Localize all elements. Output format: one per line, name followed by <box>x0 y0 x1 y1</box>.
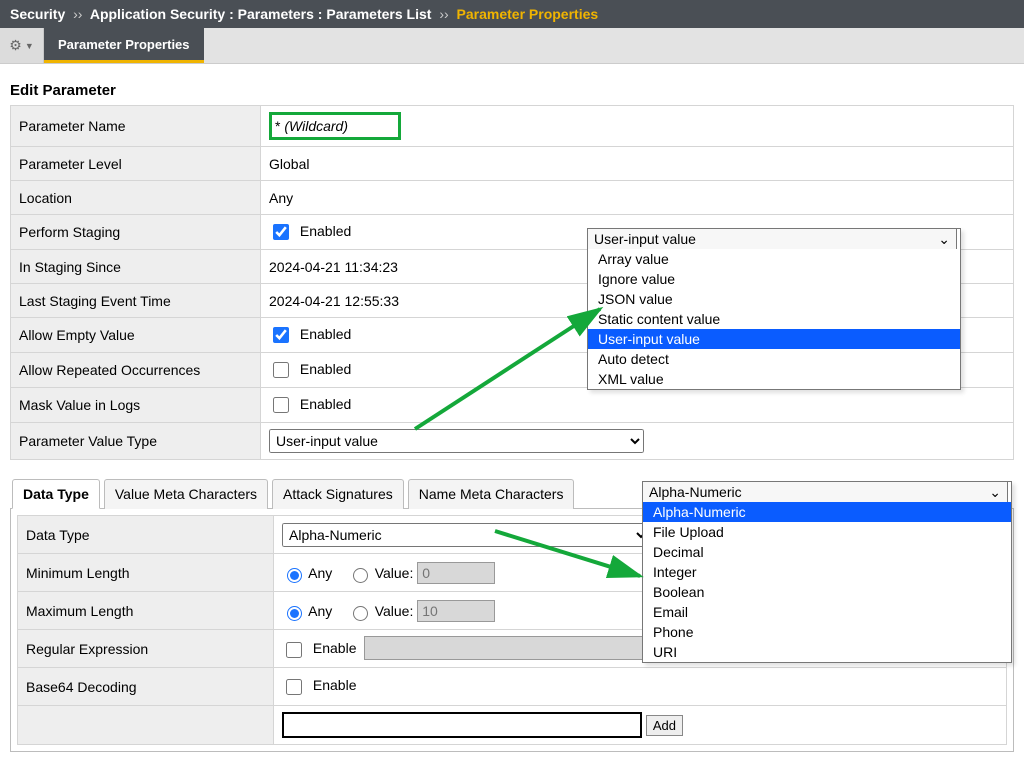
row-label <box>18 706 274 745</box>
dropdown-option[interactable]: File Upload <box>643 522 1011 542</box>
checkbox-label: Enable <box>313 677 357 693</box>
tab-attack-signatures[interactable]: Attack Signatures <box>272 479 404 509</box>
dropdown-option[interactable]: Ignore value <box>588 269 960 289</box>
dropdown-option[interactable]: Alpha-Numeric <box>643 502 1011 522</box>
row-label: Regular Expression <box>18 630 274 668</box>
allow-repeated-checkbox[interactable] <box>273 362 289 378</box>
dropdown-list: Array valueIgnore valueJSON valueStatic … <box>588 249 960 389</box>
row-value: Any <box>261 181 1014 215</box>
dropdown-option[interactable]: Email <box>643 602 1011 622</box>
tab-name-meta[interactable]: Name Meta Characters <box>408 479 575 509</box>
dropdown-option[interactable]: Array value <box>588 249 960 269</box>
gear-menu-button[interactable]: ⚙ ▼ <box>0 28 44 63</box>
data-type-dropdown-open: Alpha-Numeric ⌄ Alpha-NumericFile Upload… <box>642 481 1012 663</box>
tab-parameter-properties[interactable]: Parameter Properties <box>44 28 204 63</box>
dropdown-selected: User-input value <box>594 231 696 247</box>
tab-value-meta[interactable]: Value Meta Characters <box>104 479 268 509</box>
dropdown-header[interactable]: User-input value ⌄ <box>587 228 957 250</box>
breadcrumb: Security ›› Application Security : Param… <box>0 0 1024 28</box>
regex-input[interactable] <box>364 636 664 660</box>
checkbox-label: Enabled <box>300 361 351 377</box>
dropdown-option[interactable]: Decimal <box>643 542 1011 562</box>
row-label: Mask Value in Logs <box>11 388 261 423</box>
dropdown-header[interactable]: Alpha-Numeric ⌄ <box>642 481 1008 503</box>
min-value-radio[interactable] <box>353 568 368 583</box>
row-label: Data Type <box>18 516 274 554</box>
crumb-sep: ›› <box>439 6 448 22</box>
add-value-input[interactable] <box>282 712 642 738</box>
row-label: Parameter Level <box>11 147 261 181</box>
row-label: Allow Empty Value <box>11 318 261 353</box>
dropdown-option[interactable]: Integer <box>643 562 1011 582</box>
radio-label: Value: <box>375 565 414 581</box>
dropdown-selected: Alpha-Numeric <box>649 484 742 500</box>
mask-value-checkbox[interactable] <box>273 397 289 413</box>
radio-label: Any <box>308 565 332 581</box>
allow-empty-checkbox[interactable] <box>273 327 289 343</box>
min-value-input[interactable] <box>417 562 495 584</box>
row-value: Enable <box>274 668 1007 706</box>
section-title: Edit Parameter <box>10 82 1014 99</box>
radio-label: Any <box>308 603 332 619</box>
dropdown-option[interactable]: Static content value <box>588 309 960 329</box>
perform-staging-checkbox[interactable] <box>273 224 289 240</box>
add-button[interactable]: Add <box>646 715 683 736</box>
dropdown-caret-icon: ▼ <box>25 41 34 51</box>
checkbox-label: Enabled <box>300 396 351 412</box>
max-value-radio[interactable] <box>353 606 368 621</box>
param-value-type-dropdown-open: User-input value ⌄ Array valueIgnore val… <box>587 228 961 390</box>
row-label: Location <box>11 181 261 215</box>
tab-label: Parameter Properties <box>58 37 190 52</box>
checkbox-label: Enable <box>313 640 357 656</box>
row-label: Last Staging Event Time <box>11 284 261 318</box>
radio-label: Value: <box>375 603 414 619</box>
crumb-sep: ›› <box>73 6 82 22</box>
row-label: Allow Repeated Occurrences <box>11 353 261 388</box>
row-label: Minimum Length <box>18 554 274 592</box>
row-value: User-input value <box>261 423 1014 460</box>
row-label: Base64 Decoding <box>18 668 274 706</box>
row-value: Add <box>274 706 1007 745</box>
crumb-mid[interactable]: Application Security : Parameters : Para… <box>90 6 432 22</box>
row-label: Parameter Value Type <box>11 423 261 460</box>
row-label: Perform Staging <box>11 215 261 250</box>
dropdown-option[interactable]: Phone <box>643 622 1011 642</box>
checkbox-label: Enabled <box>300 326 351 342</box>
row-label: In Staging Since <box>11 250 261 284</box>
dropdown-option[interactable]: URI <box>643 642 1011 662</box>
dropdown-list: Alpha-NumericFile UploadDecimalIntegerBo… <box>643 502 1011 662</box>
dropdown-option[interactable]: User-input value <box>588 329 960 349</box>
row-value: Enabled <box>261 388 1014 423</box>
dropdown-option[interactable]: Boolean <box>643 582 1011 602</box>
row-label: Parameter Name <box>11 106 261 147</box>
param-name-highlight: * (Wildcard) <box>269 112 401 140</box>
dropdown-option[interactable]: Auto detect <box>588 349 960 369</box>
tab-data-type[interactable]: Data Type <box>12 479 100 509</box>
chevron-down-icon: ⌄ <box>989 484 1001 501</box>
row-value: Global <box>261 147 1014 181</box>
checkbox-label: Enabled <box>300 223 351 239</box>
min-any-radio[interactable] <box>287 568 302 583</box>
regex-enable-checkbox[interactable] <box>286 642 302 658</box>
sub-toolbar: ⚙ ▼ Parameter Properties <box>0 28 1024 64</box>
gear-icon: ⚙ <box>9 37 22 54</box>
data-type-select[interactable]: Alpha-Numeric <box>282 523 650 547</box>
row-value-param-name: * (Wildcard) <box>261 106 1014 147</box>
crumb-root[interactable]: Security <box>10 6 65 22</box>
row-label: Maximum Length <box>18 592 274 630</box>
crumb-current: Parameter Properties <box>457 6 599 22</box>
chevron-down-icon: ⌄ <box>938 231 950 248</box>
param-value-type-select[interactable]: User-input value <box>269 429 644 453</box>
max-value-input[interactable] <box>417 600 495 622</box>
base64-enable-checkbox[interactable] <box>286 679 302 695</box>
dropdown-option[interactable]: JSON value <box>588 289 960 309</box>
dropdown-option[interactable]: XML value <box>588 369 960 389</box>
max-any-radio[interactable] <box>287 606 302 621</box>
